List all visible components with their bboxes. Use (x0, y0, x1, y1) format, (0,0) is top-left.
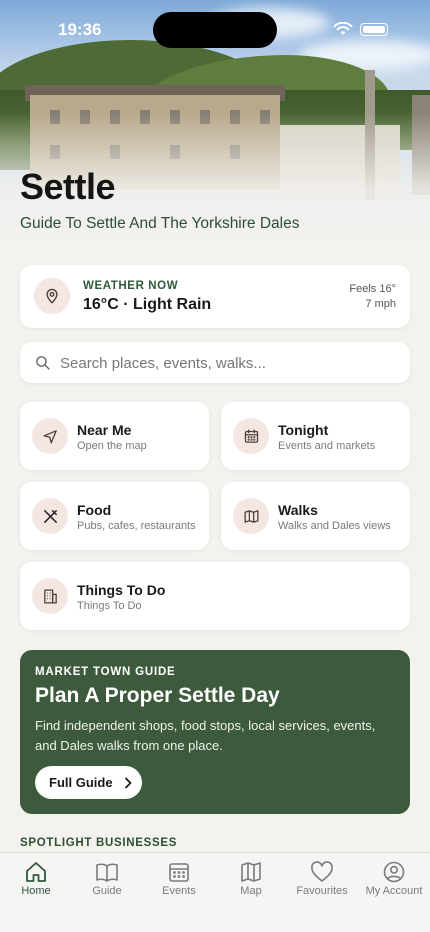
promo-title: Plan A Proper Settle Day (35, 684, 280, 707)
tab-label: Favourites (296, 885, 348, 897)
account-icon (383, 861, 405, 883)
tab-guide[interactable]: Guide (71, 853, 143, 909)
tile-subtitle: Walks and Dales views (278, 520, 391, 532)
tile-food[interactable]: Food Pubs, cafes, restaurants (20, 482, 209, 550)
navigation-arrow-icon (32, 418, 68, 454)
page-subtitle: Guide To Settle And The Yorkshire Dales (20, 215, 300, 232)
tab-home[interactable]: Home (0, 853, 72, 909)
tile-subtitle: Open the map (77, 440, 147, 452)
home-icon (26, 862, 46, 882)
search-bar[interactable] (20, 342, 410, 385)
tile-title: Tonight (278, 422, 329, 438)
tab-events[interactable]: Events (143, 853, 215, 909)
weather-card[interactable]: WEATHER NOW 16°C · Light Rain Feels 16° … (20, 265, 410, 328)
tile-title: Walks (278, 502, 318, 518)
wifi-icon (333, 22, 353, 35)
tab-label: Events (162, 885, 196, 897)
promo-kicker: MARKET TOWN GUIDE (35, 666, 176, 678)
camera-notch (153, 12, 277, 48)
page-title: Settle (20, 166, 116, 207)
tile-title: Things To Do (77, 582, 166, 598)
book-icon (96, 863, 118, 882)
tile-tonight[interactable]: Tonight Events and markets (221, 402, 410, 470)
search-input[interactable] (58, 342, 402, 385)
tile-things-to-do[interactable]: Things To Do Things To Do (20, 562, 410, 630)
spotlight-heading: SPOTLIGHT BUSINESSES (20, 837, 178, 849)
tile-near-me[interactable]: Near Me Open the map (20, 402, 209, 470)
tab-label: Home (21, 885, 51, 897)
building-icon (32, 578, 68, 614)
tab-map[interactable]: Map (215, 853, 287, 909)
weather-wind: 7 mph (365, 298, 396, 310)
tile-title: Near Me (77, 422, 132, 438)
tab-favourites[interactable]: Favourites (286, 853, 358, 909)
weather-feels-like: Feels 16° (349, 283, 396, 295)
heart-icon (311, 861, 333, 882)
map-icon (233, 498, 269, 534)
tile-title: Food (77, 502, 112, 518)
tile-subtitle: Things To Do (77, 600, 142, 612)
tab-label: Guide (92, 885, 122, 897)
weather-kicker: WEATHER NOW (83, 280, 179, 292)
tab-label: My Account (365, 885, 423, 897)
calendar-icon (169, 863, 189, 882)
status-time: 19:36 (58, 20, 102, 39)
tile-walks[interactable]: Walks Walks and Dales views (221, 482, 410, 550)
full-guide-label: Full Guide (49, 775, 113, 790)
utensils-icon (32, 498, 68, 534)
promo-card: MARKET TOWN GUIDE Plan A Proper Settle D… (20, 650, 410, 814)
search-icon (36, 356, 50, 370)
tab-my-account[interactable]: My Account (358, 853, 430, 909)
map-icon (241, 862, 261, 882)
tab-label: Map (240, 885, 262, 897)
full-guide-button[interactable]: Full Guide (35, 766, 142, 799)
weather-summary: 16°C · Light Rain (83, 296, 212, 313)
chevron-right-icon (124, 777, 131, 788)
promo-body: Find independent shops, food stops, loca… (35, 718, 376, 753)
location-pin-icon (34, 278, 70, 314)
battery-icon (360, 23, 388, 36)
tab-bar: Home Guide Events Map Favourites My Acco… (0, 852, 430, 932)
calendar-icon (233, 418, 269, 454)
tile-subtitle: Events and markets (278, 440, 376, 452)
tile-subtitle: Pubs, cafes, restaurants (77, 520, 196, 532)
